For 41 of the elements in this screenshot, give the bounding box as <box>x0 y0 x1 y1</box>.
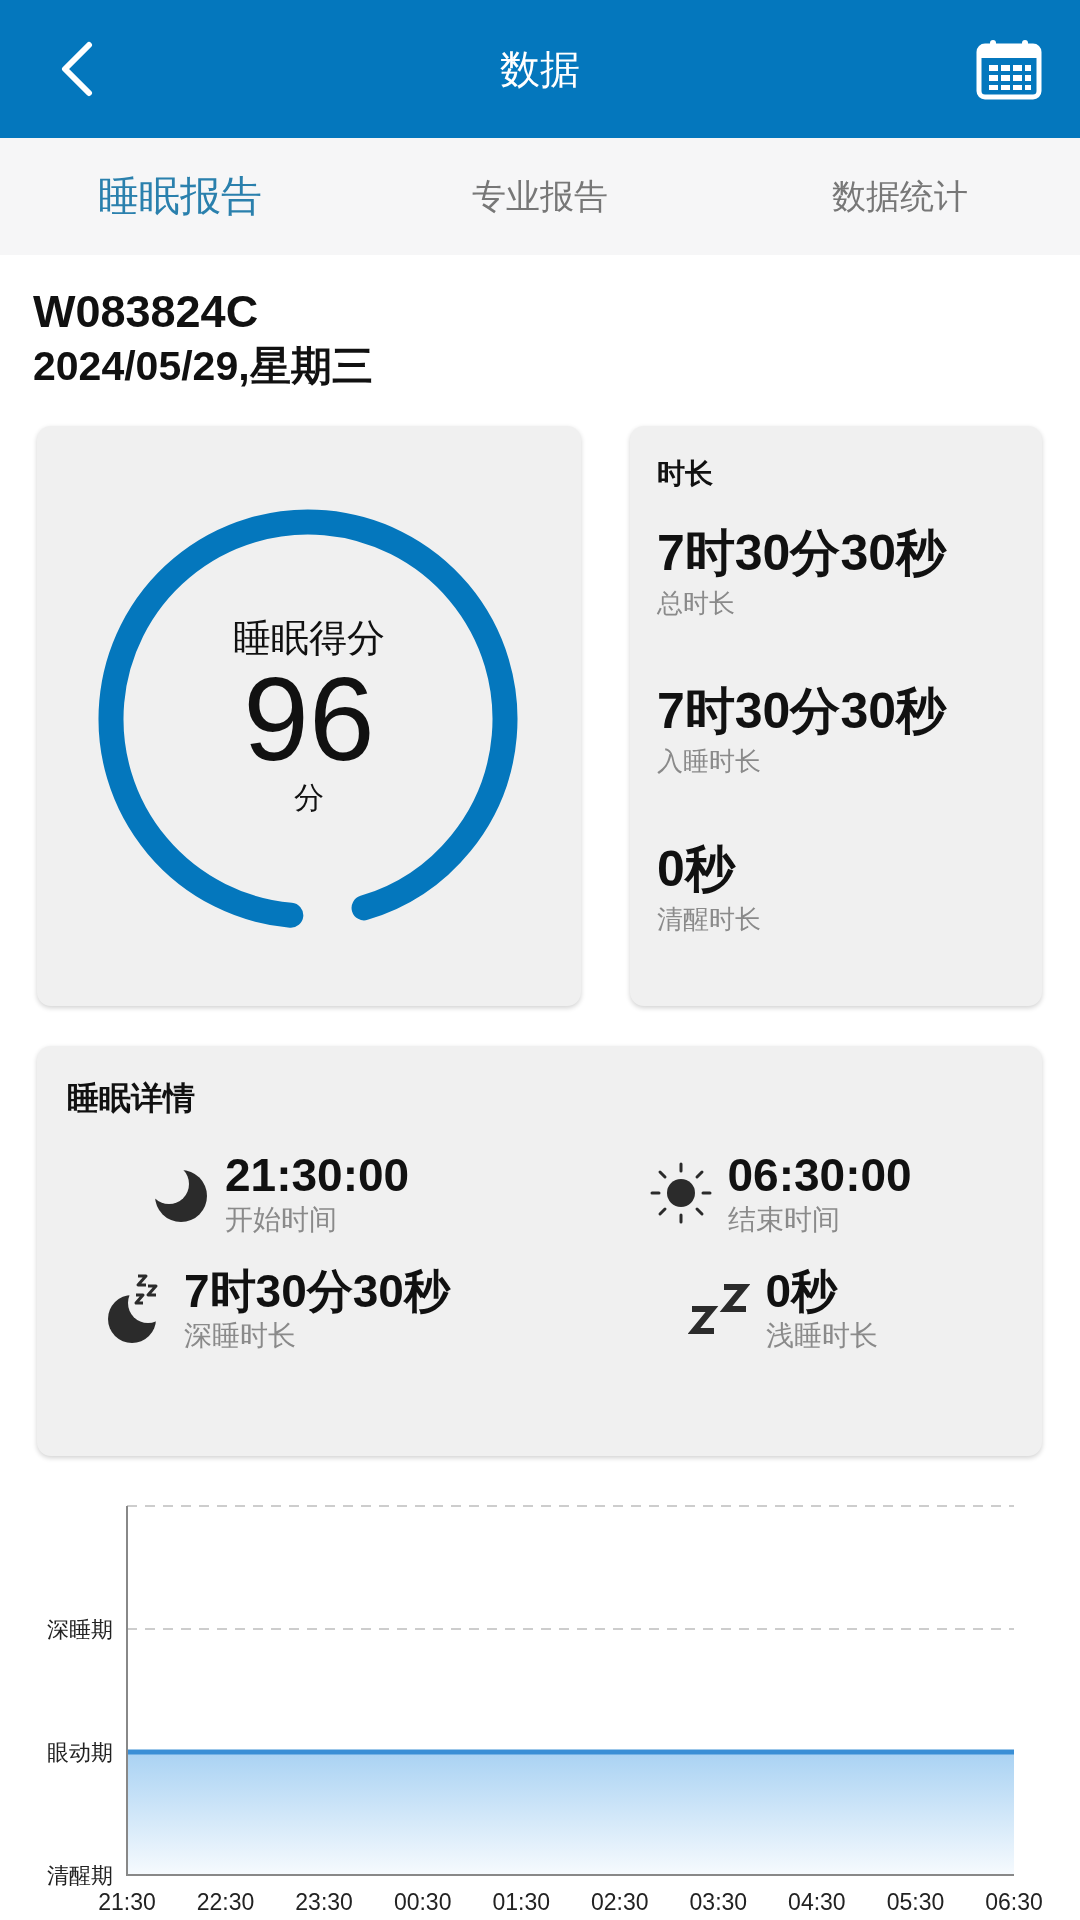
y-axis-label: 深睡期 <box>47 1617 113 1642</box>
detail-label: 开始时间 <box>225 1203 338 1237</box>
duration-label: 总时长 <box>657 587 736 620</box>
tab[interactable]: 睡眠报告 <box>0 138 360 255</box>
tab[interactable]: 专业报告 <box>360 138 720 255</box>
score-value: 96 <box>243 660 375 778</box>
y-axis-label: 清醒期 <box>47 1863 113 1888</box>
calendar-button[interactable] <box>976 38 1042 100</box>
duration-label: 入睡时长 <box>657 745 762 778</box>
device-id: W083824C <box>33 286 260 338</box>
tab[interactable]: 数据统计 <box>720 138 1080 255</box>
x-axis-label: 02:30 <box>591 1889 649 1915</box>
date-text: 2024/05/29,星期三 <box>33 342 374 391</box>
score-label: 睡眠得分 <box>233 616 385 660</box>
x-axis-label: 21:30 <box>98 1889 156 1915</box>
duration-label: 清醒时长 <box>657 903 762 936</box>
x-axis-label: 00:30 <box>393 1889 452 1915</box>
y-axis-label: 眼动期 <box>47 1740 113 1765</box>
detail-value: 21:30:00 <box>225 1148 410 1202</box>
detail-value: 7时30分30秒 <box>184 1264 450 1318</box>
sleep-zz-icon <box>687 1281 750 1337</box>
card-title: 睡眠详情 <box>67 1079 196 1118</box>
card-title: 时长 <box>657 457 714 491</box>
detail-label: 结束时间 <box>727 1203 841 1237</box>
x-axis-label: 04:30 <box>788 1889 846 1915</box>
x-axis-label: 03:30 <box>689 1889 748 1915</box>
duration-value: 7时30分30秒 <box>657 682 948 740</box>
x-axis-label: 06:30 <box>985 1889 1043 1915</box>
duration-value: 7时30分30秒 <box>657 524 948 582</box>
detail-label: 深睡时长 <box>184 1319 297 1353</box>
duration-value: 0秒 <box>657 840 737 898</box>
x-axis-label: 05:30 <box>886 1889 945 1915</box>
x-axis-label: 23:30 <box>295 1889 353 1915</box>
detail-value: 06:30:00 <box>727 1148 912 1202</box>
detail-value: 0秒 <box>765 1264 839 1318</box>
page-title: 数据 <box>500 46 580 93</box>
sun-icon <box>649 1162 712 1224</box>
x-axis-label: 01:30 <box>492 1889 550 1915</box>
x-axis-label: 22:30 <box>196 1889 255 1915</box>
score-unit: 分 <box>294 780 324 816</box>
detail-label: 浅睡时长 <box>765 1319 878 1353</box>
